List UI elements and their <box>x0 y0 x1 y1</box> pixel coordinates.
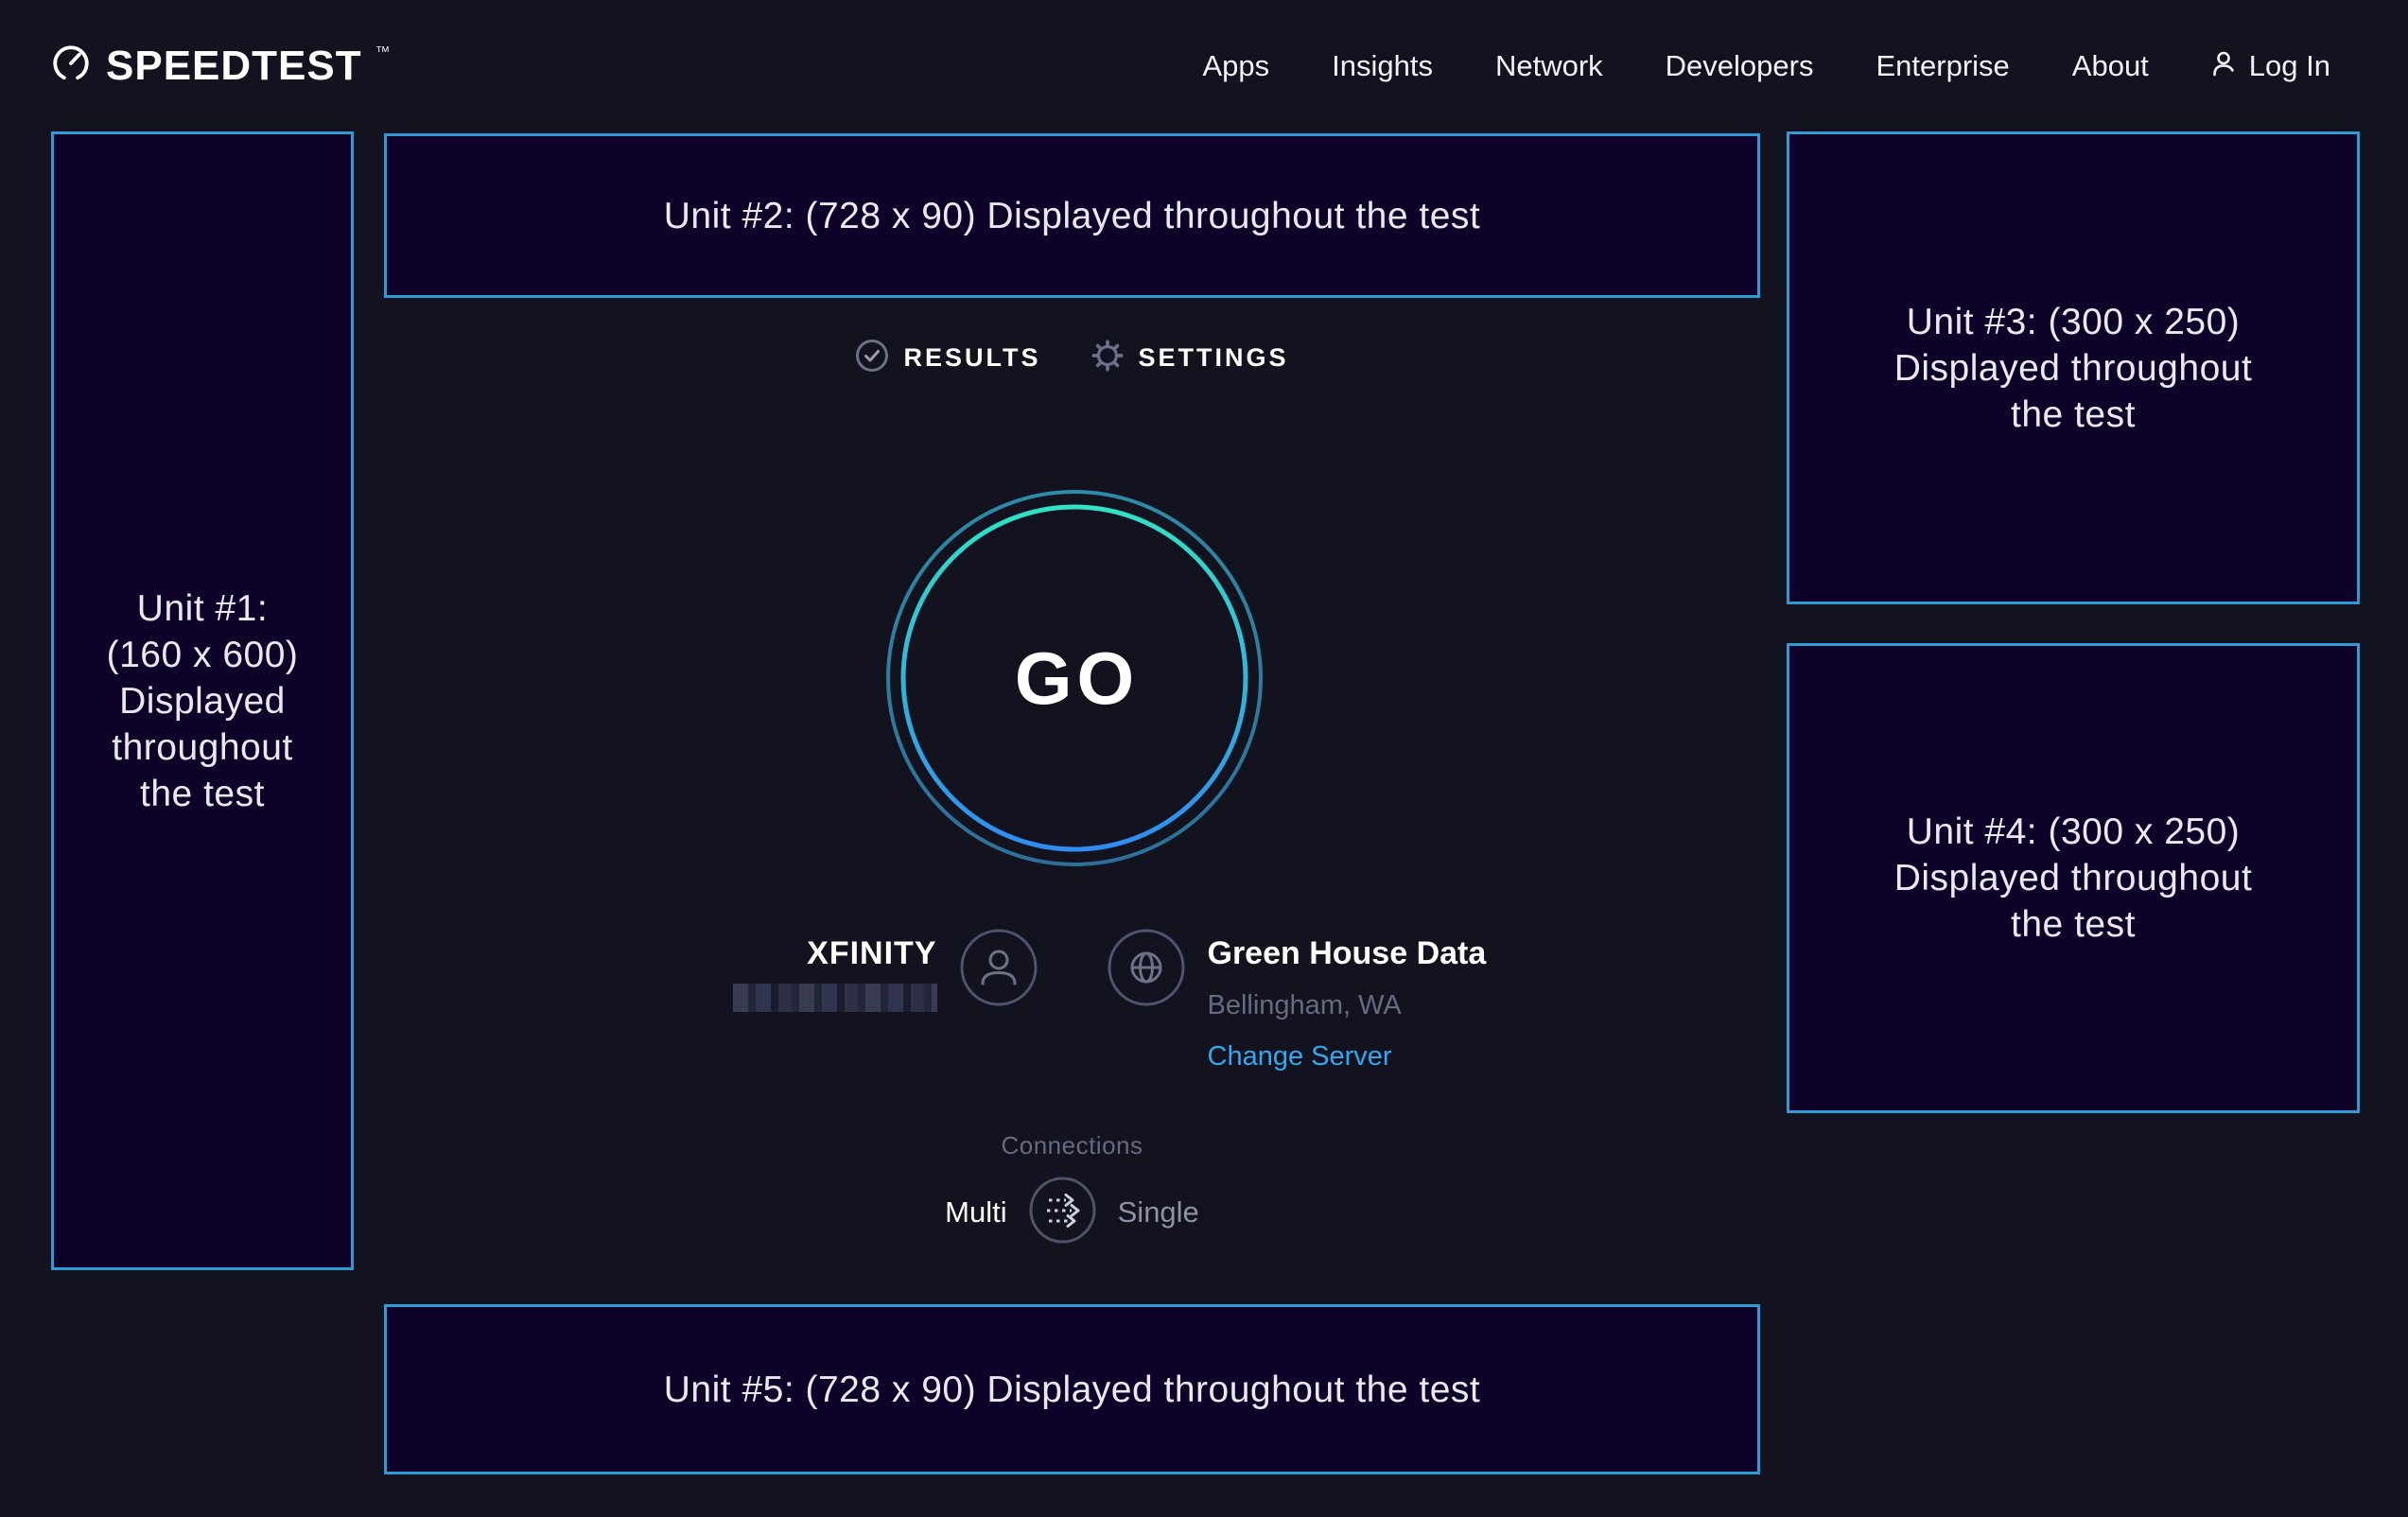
tab-results-label: RESULTS <box>903 343 1040 373</box>
ad-unit-1-line: Displayed <box>119 678 286 724</box>
server-column: Green House Data Bellingham, WA Change S… <box>1208 934 1534 1075</box>
nav-items: Apps Insights Network Developers Enterpr… <box>1202 49 2330 83</box>
multi-connection-arrows-icon[interactable] <box>1028 1176 1097 1249</box>
logo-trademark: ™ <box>375 44 391 61</box>
ad-unit-4-line: Unit #4: (300 x 250) <box>1907 809 2241 855</box>
ad-unit-2-line: Unit #2: (728 x 90) Displayed throughout… <box>664 193 1481 239</box>
connections-toggle-row: Multi Single <box>945 1176 1199 1249</box>
go-button[interactable]: GO <box>880 483 1269 873</box>
server-name: Green House Data <box>1208 934 1487 972</box>
isp-name[interactable]: XFINITY <box>807 934 936 972</box>
nav-item-insights[interactable]: Insights <box>1332 49 1433 83</box>
ad-unit-1[interactable]: Unit #1: (160 x 600) Displayed throughou… <box>51 131 354 1270</box>
nav-item-network[interactable]: Network <box>1495 49 1603 83</box>
user-avatar-icon <box>960 929 1038 1006</box>
top-nav: SPEEDTEST ™ Apps Insights Network Develo… <box>0 0 2408 131</box>
speedtest-page: SPEEDTEST ™ Apps Insights Network Develo… <box>0 0 2408 1517</box>
ad-unit-5-line: Unit #5: (728 x 90) Displayed throughout… <box>664 1367 1481 1413</box>
ad-unit-4[interactable]: Unit #4: (300 x 250) Displayed throughou… <box>1787 643 2360 1113</box>
gear-icon <box>1091 339 1125 377</box>
change-server-link[interactable]: Change Server <box>1208 1037 1392 1075</box>
logo-text: SPEEDTEST <box>106 43 362 90</box>
tab-settings-label: SETTINGS <box>1139 343 1289 373</box>
connections-label: Connections <box>1001 1131 1143 1160</box>
ad-unit-2[interactable]: Unit #2: (728 x 90) Displayed throughout… <box>384 133 1760 298</box>
isp-column: XFINITY <box>611 934 937 1012</box>
user-icon <box>2211 49 2240 82</box>
ad-unit-5[interactable]: Unit #5: (728 x 90) Displayed throughout… <box>384 1304 1760 1474</box>
tab-settings[interactable]: SETTINGS <box>1091 339 1289 377</box>
ad-unit-1-line: the test <box>140 771 265 817</box>
ad-unit-3-line: the test <box>2011 392 2136 438</box>
ad-unit-3-line: Displayed throughout <box>1894 345 2253 392</box>
connections-multi-label[interactable]: Multi <box>945 1195 1006 1229</box>
login-button[interactable]: Log In <box>2211 49 2330 83</box>
speedtest-gauge-icon <box>49 42 93 90</box>
ad-unit-3[interactable]: Unit #3: (300 x 250) Displayed throughou… <box>1787 131 2360 604</box>
server-location: Bellingham, WA <box>1208 986 1402 1024</box>
connection-info: XFINITY Green House Data Bellingham, WA … <box>384 929 1760 1075</box>
go-button-label: GO <box>880 483 1269 873</box>
ad-unit-1-line: Unit #1: <box>137 585 268 632</box>
nav-item-enterprise[interactable]: Enterprise <box>1876 49 2009 83</box>
ip-address-redacted <box>733 984 937 1012</box>
check-circle-icon <box>855 339 889 377</box>
ad-unit-1-line: throughout <box>112 724 293 771</box>
ad-unit-4-line: Displayed throughout <box>1894 855 2253 901</box>
ad-unit-3-line: Unit #3: (300 x 250) <box>1907 299 2241 345</box>
tab-results[interactable]: RESULTS <box>855 339 1040 377</box>
login-label: Log In <box>2249 49 2330 83</box>
nav-item-apps[interactable]: Apps <box>1202 49 1269 83</box>
connections-section: Connections Multi Single <box>384 1131 1760 1249</box>
tabs-row: RESULTS <box>384 339 1760 377</box>
ad-unit-1-line: (160 x 600) <box>107 632 299 678</box>
connections-single-label[interactable]: Single <box>1118 1195 1199 1229</box>
nav-item-developers[interactable]: Developers <box>1666 49 1814 83</box>
speedtest-logo[interactable]: SPEEDTEST ™ <box>49 42 391 90</box>
nav-item-about[interactable]: About <box>2072 49 2149 83</box>
ad-unit-4-line: the test <box>2011 901 2136 948</box>
globe-icon <box>1108 929 1185 1006</box>
